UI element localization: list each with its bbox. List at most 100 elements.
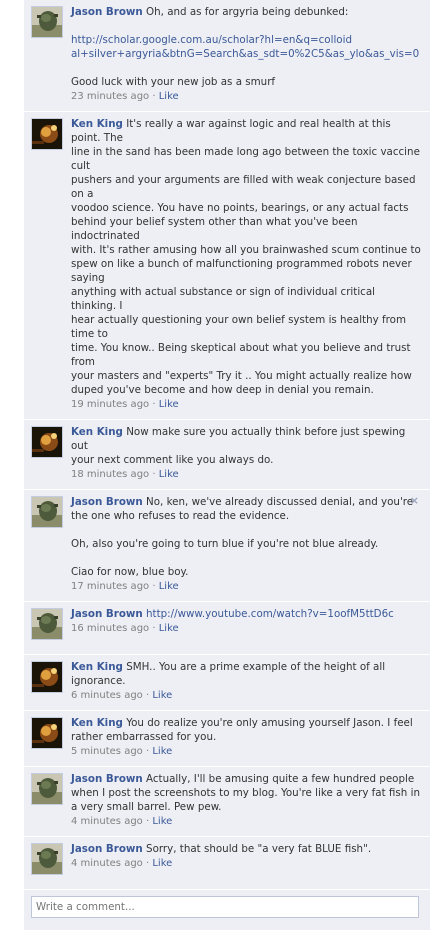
like-link[interactable]: Like — [159, 399, 179, 410]
comment-item: Jason Brown Oh, and as for argyria being… — [24, 0, 430, 112]
comment-author-link[interactable]: Jason Brown — [71, 608, 143, 620]
separator-dot: · — [152, 581, 156, 592]
comment-text: duped you've become and how deep in deni… — [71, 384, 374, 396]
comment-first-line: Jason Brown Sorry, that should be "a ver… — [71, 842, 422, 856]
comment-meta: 16 minutes ago · Like — [71, 622, 422, 636]
avatar[interactable] — [31, 6, 63, 38]
comment-item: Ken King SMH.. You are a prime example o… — [24, 655, 430, 711]
comment-body: Jason Brown No, ken, we've already discu… — [71, 495, 422, 594]
comment-link[interactable]: http://www.youtube.com/watch?v=1oofM5ttD… — [146, 608, 394, 620]
comment-author-link[interactable]: Jason Brown — [71, 773, 143, 785]
comment-link[interactable]: http://scholar.google.com.au/scholar?hl=… — [71, 33, 422, 47]
comment-timestamp[interactable]: 4 minutes ago — [71, 816, 143, 827]
comment-text: when I post the screenshots to my blog. … — [71, 787, 420, 799]
avatar[interactable] — [31, 661, 63, 693]
comment-first-line: Jason Brown Oh, and as for argyria being… — [71, 5, 422, 19]
comment-first-line: Ken King You do realize you're only amus… — [71, 716, 422, 730]
comment-author-link[interactable]: Ken King — [71, 426, 123, 438]
comment-text: Ciao for now, blue boy. — [71, 566, 189, 578]
comment-text: Actually, I'll be amusing quite a few hu… — [146, 773, 415, 785]
comment-author-link[interactable]: Jason Brown — [71, 6, 143, 18]
avatar[interactable] — [31, 773, 63, 805]
comment-text: voodoo science. You have no points, bear… — [71, 202, 409, 214]
comment-text: the one who refuses to read the evidence… — [71, 510, 290, 522]
like-link[interactable]: Like — [159, 581, 179, 592]
comment-text: your next comment like you always do. — [71, 454, 274, 466]
comment-text: No, ken, we've already discussed denial,… — [146, 496, 414, 508]
avatar[interactable] — [31, 118, 63, 150]
comment-text: Good luck with your new job as a smurf — [71, 76, 276, 88]
comment-text: hear actually questioning your own belie… — [71, 314, 406, 340]
comment-meta: 6 minutes ago · Like — [71, 689, 422, 703]
like-link[interactable]: Like — [152, 690, 172, 701]
like-link[interactable]: Like — [159, 91, 179, 102]
separator-dot: · — [152, 469, 156, 480]
comment-author-link[interactable]: Jason Brown — [71, 496, 143, 508]
avatar[interactable] — [31, 843, 63, 875]
like-link[interactable]: Like — [152, 816, 172, 827]
comment-body: Ken King You do realize you're only amus… — [71, 716, 422, 759]
comment-first-line: Ken King It's really a war against logic… — [71, 117, 422, 145]
comment-timestamp[interactable]: 16 minutes ago — [71, 623, 149, 634]
comment-item: Jason Brown Actually, I'll be amusing qu… — [24, 767, 430, 837]
like-link[interactable]: Like — [152, 858, 172, 869]
comment-text: rather embarrassed for you. — [71, 731, 217, 743]
comment-text: Oh, also you're going to turn blue if yo… — [71, 538, 379, 550]
comment-item: Jason Brown http://www.youtube.com/watch… — [24, 602, 430, 655]
comment-meta: 18 minutes ago · Like — [71, 468, 422, 482]
comment-first-line: Ken King SMH.. You are a prime example o… — [71, 660, 422, 688]
comment-body: Jason Brown http://www.youtube.com/watch… — [71, 607, 422, 636]
comment-first-line: Jason Brown No, ken, we've already discu… — [71, 495, 422, 509]
comment-text: with. It's rather amusing how all you br… — [71, 244, 421, 256]
avatar[interactable] — [31, 426, 63, 458]
avatar[interactable] — [31, 717, 63, 749]
comment-text: anything with actual substance or sign o… — [71, 286, 376, 312]
comment-first-line: Ken King Now make sure you actually thin… — [71, 425, 422, 453]
comment-author-link[interactable]: Jason Brown — [71, 843, 143, 855]
comment-meta: 4 minutes ago · Like — [71, 815, 422, 829]
separator-dot: · — [145, 690, 150, 701]
avatar[interactable] — [31, 496, 63, 528]
comment-author-link[interactable]: Ken King — [71, 661, 123, 673]
comment-text: You do realize you're only amusing yours… — [126, 717, 413, 729]
like-link[interactable]: Like — [159, 623, 179, 634]
comment-text: Oh, and as for argyria being debunked: — [146, 6, 349, 18]
comment-timestamp[interactable]: 4 minutes ago — [71, 858, 143, 869]
separator-dot: · — [152, 399, 156, 410]
comment-author-link[interactable]: Ken King — [71, 717, 123, 729]
comment-text: line in the sand has been made long ago … — [71, 146, 420, 172]
comment-first-line: Jason Brown Actually, I'll be amusing qu… — [71, 772, 422, 786]
comment-timestamp[interactable]: 17 minutes ago — [71, 581, 149, 592]
comment-meta: 19 minutes ago · Like — [71, 398, 422, 412]
comment-body: Jason Brown Oh, and as for argyria being… — [71, 5, 422, 104]
separator-dot: · — [145, 746, 150, 757]
comment-item: Ken King It's really a war against logic… — [24, 112, 430, 420]
comment-text: Sorry, that should be "a very fat BLUE f… — [146, 843, 372, 855]
comment-text: your masters and "experts" Try it .. You… — [71, 370, 412, 382]
comment-meta: 17 minutes ago · Like — [71, 580, 422, 594]
comment-meta: 23 minutes ago · Like — [71, 90, 422, 104]
separator-dot: · — [145, 816, 150, 827]
avatar[interactable] — [31, 608, 63, 640]
comment-author-link[interactable]: Ken King — [71, 118, 123, 130]
write-comment-input[interactable] — [31, 896, 419, 918]
comment-item: Ken King You do realize you're only amus… — [24, 711, 430, 767]
comment-text: pushers and your arguments are filled wi… — [71, 174, 416, 200]
comment-text: behind your belief system other than wha… — [71, 216, 358, 242]
comment-item: Ken King Now make sure you actually thin… — [24, 420, 430, 490]
comment-composer — [24, 890, 430, 930]
separator-dot: · — [145, 858, 150, 869]
remove-comment-icon[interactable]: × — [410, 494, 419, 508]
comment-text: a very small barrel. Pew pew. — [71, 801, 222, 813]
like-link[interactable]: Like — [152, 746, 172, 757]
comment-body: Jason Brown Actually, I'll be amusing qu… — [71, 772, 422, 829]
comment-timestamp[interactable]: 23 minutes ago — [71, 91, 149, 102]
like-link[interactable]: Like — [159, 469, 179, 480]
comment-timestamp[interactable]: 19 minutes ago — [71, 399, 149, 410]
comment-timestamp[interactable]: 5 minutes ago — [71, 746, 143, 757]
comment-thread: Jason Brown Oh, and as for argyria being… — [24, 0, 430, 930]
comment-link[interactable]: al+silver+argyria&btnG=Search&as_sdt=0%2… — [71, 47, 422, 61]
comment-timestamp[interactable]: 6 minutes ago — [71, 690, 143, 701]
comment-timestamp[interactable]: 18 minutes ago — [71, 469, 149, 480]
comment-meta: 4 minutes ago · Like — [71, 857, 422, 871]
